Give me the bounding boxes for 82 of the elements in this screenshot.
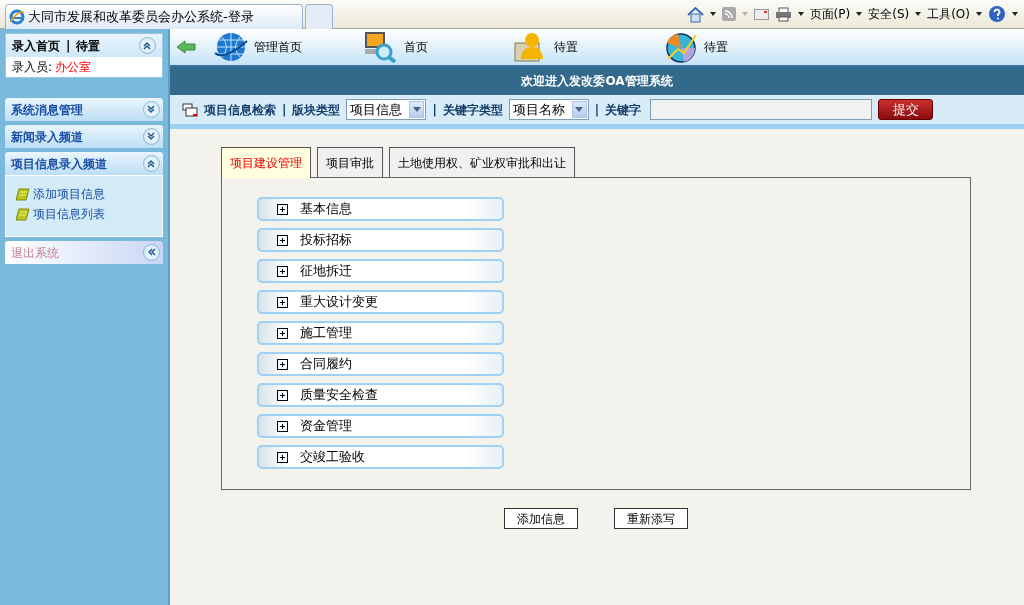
section-title: 退出系统 — [11, 244, 59, 262]
caret-icon — [741, 12, 748, 16]
accordion-header[interactable]: 基本信息 — [257, 197, 504, 221]
browser-logo-icon — [9, 9, 25, 25]
expand-icon[interactable] — [277, 358, 288, 370]
tab[interactable]: 项目建设管理 — [221, 147, 311, 178]
sidebar-title[interactable]: 录入首页 — [12, 36, 60, 55]
field-label: 版块类型 — [292, 101, 341, 119]
keyword-field[interactable] — [650, 99, 873, 120]
browser-tab[interactable]: 大同市发展和改革委员会办公系统-登录 — [5, 4, 303, 29]
globe-icon — [214, 31, 248, 63]
sidebar-link[interactable]: 待置 — [76, 36, 101, 55]
accordion-header[interactable]: 质量安全检查 — [257, 383, 504, 407]
notebook-icon — [16, 207, 30, 221]
separator: | — [594, 101, 600, 119]
sidebar-section-header[interactable]: 项目信息录入频道 — [5, 152, 163, 175]
sidebar-link[interactable]: 添加项目信息 — [33, 184, 105, 204]
expand-icon[interactable] — [277, 420, 288, 432]
expand-icon[interactable] — [277, 327, 288, 339]
notebook-icon — [16, 187, 30, 201]
collapse-icon[interactable] — [139, 37, 156, 54]
expand-icon[interactable] — [143, 128, 160, 145]
caret-icon[interactable] — [797, 12, 804, 16]
search-title: 项目信息检索 — [204, 101, 276, 119]
submit-button[interactable]: 提交 — [878, 99, 934, 120]
user-name: 办公室 — [55, 59, 92, 76]
section-title: 系统消息管理 — [11, 101, 83, 119]
form-button[interactable]: 重新添写 — [614, 508, 688, 529]
menu-item[interactable]: 工具(O) — [927, 5, 970, 23]
magnifier-monitor-icon — [364, 31, 398, 63]
back-icon[interactable] — [143, 244, 160, 261]
accordion-header[interactable]: 征地拆迁 — [257, 259, 504, 283]
sidebar-section-header[interactable]: 新闻录入频道 — [5, 125, 163, 148]
toolbar-link[interactable]: 待置 — [554, 38, 578, 56]
separator: | — [432, 101, 437, 119]
printer-icon — [182, 102, 198, 117]
menu-item[interactable]: 安全(S) — [868, 5, 910, 23]
accordion-header[interactable]: 交竣工验收 — [257, 445, 504, 469]
field-label: 关键字 — [605, 101, 642, 119]
toolbar-link[interactable]: 待置 — [704, 38, 728, 56]
expand-icon[interactable] — [277, 203, 288, 215]
banner-title: 欢迎进入发改委OA管理系统 — [521, 73, 673, 90]
separator: | — [282, 101, 287, 119]
expand-icon[interactable] — [143, 101, 160, 118]
accordion-header[interactable]: 投标招标 — [257, 228, 504, 252]
menu-item[interactable]: 页面(P) — [809, 5, 851, 23]
separator: | — [66, 37, 71, 55]
expand-icon[interactable] — [277, 265, 288, 277]
user-label: 录入员: — [12, 59, 53, 76]
accordion-header[interactable]: 合同履约 — [257, 352, 504, 376]
expand-icon[interactable] — [277, 451, 288, 463]
section-title: 项目信息录入频道 — [11, 155, 107, 173]
toolbar-link[interactable]: 管理首页 — [254, 38, 302, 56]
toolbar-link[interactable]: 首页 — [404, 38, 428, 56]
expand-icon[interactable] — [277, 389, 288, 401]
pie-chart-icon — [664, 31, 698, 63]
printer-icon[interactable] — [774, 6, 792, 22]
sidebar-link[interactable]: 项目信息列表 — [33, 204, 105, 224]
caret-icon[interactable] — [1012, 12, 1018, 16]
expand-icon[interactable] — [277, 234, 288, 246]
field-label: 关键字类型 — [442, 101, 503, 119]
caret-icon[interactable] — [709, 12, 716, 16]
tab[interactable]: 项目审批 — [317, 147, 383, 177]
mail-icon[interactable] — [753, 8, 769, 20]
accordion-header[interactable]: 资金管理 — [257, 414, 504, 438]
back-arrow-icon[interactable] — [176, 40, 196, 54]
caret-icon[interactable] — [856, 12, 863, 16]
caret-icon[interactable] — [915, 12, 922, 16]
help-icon[interactable] — [988, 5, 1006, 23]
select-field[interactable]: 项目信息 — [346, 99, 427, 120]
expand-icon[interactable] — [277, 296, 288, 308]
tab[interactable]: 土地使用权、矿业权审批和出让 — [389, 147, 575, 177]
caret-icon[interactable] — [976, 12, 982, 16]
accordion-header[interactable]: 施工管理 — [257, 321, 504, 345]
accordion-header[interactable]: 重大设计变更 — [257, 290, 504, 314]
collapse-icon[interactable] — [143, 155, 160, 172]
select-field[interactable]: 项目名称 — [508, 99, 589, 120]
section-title: 新闻录入频道 — [11, 128, 83, 146]
home-icon[interactable] — [686, 5, 704, 23]
tab-title: 大同市发展和改革委员会办公系统-登录 — [28, 8, 254, 27]
form-button[interactable]: 添加信息 — [504, 508, 578, 529]
sidebar-section-header[interactable]: 系统消息管理 — [5, 98, 163, 121]
